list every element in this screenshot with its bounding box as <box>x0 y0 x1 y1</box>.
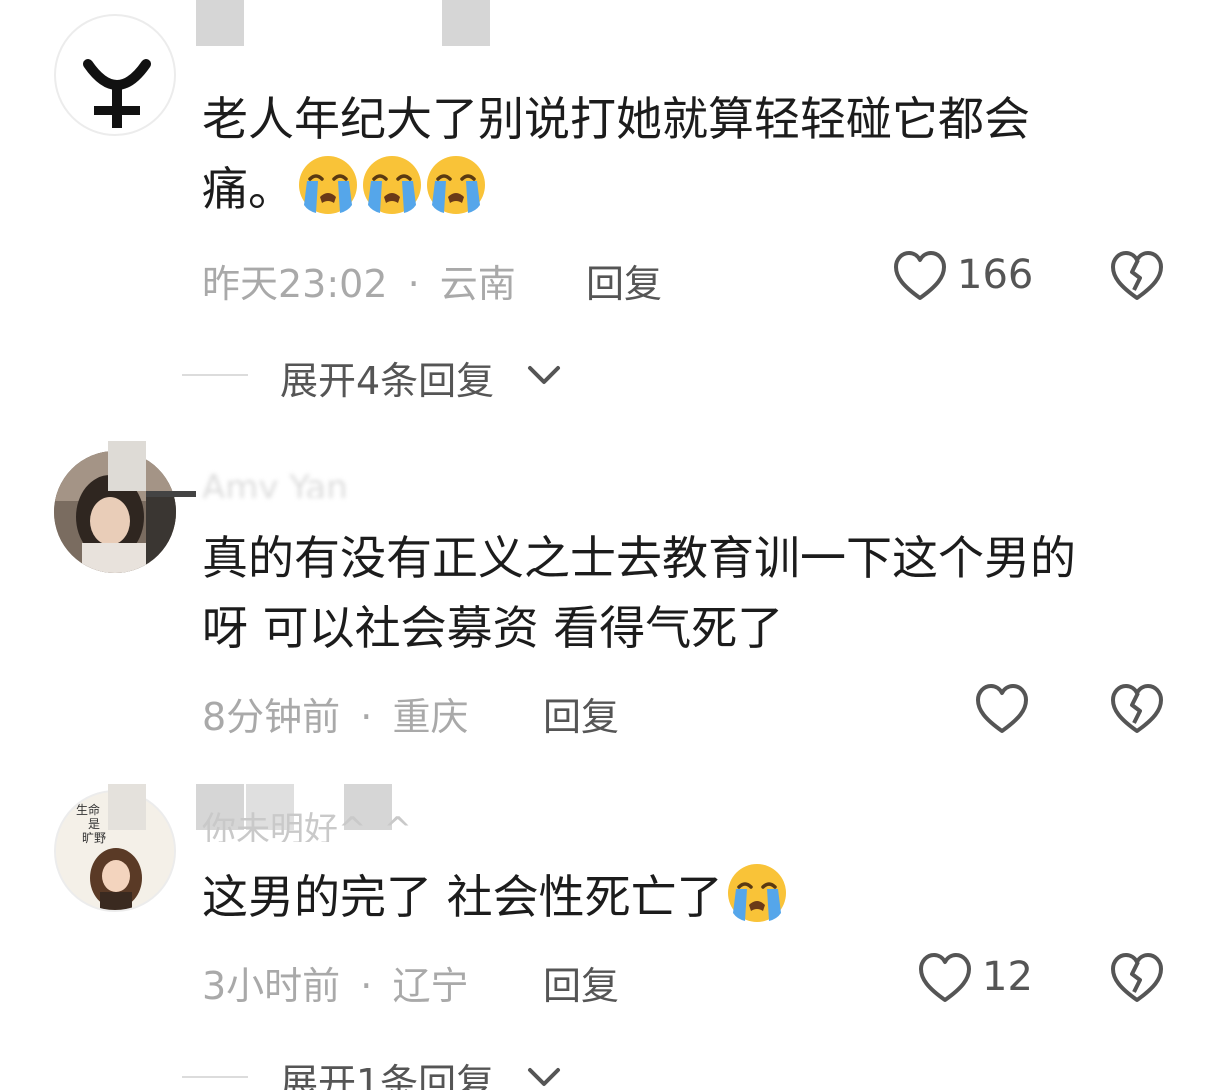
meta-separator: · <box>360 964 373 1008</box>
redacted-username-block <box>196 0 244 46</box>
comment-text-line: 老人年纪大了别说打她就算轻轻碰它都会 <box>202 92 1030 146</box>
broken-heart-icon[interactable] <box>1110 952 1164 1004</box>
comment-text-line: 这男的完了 社会性死亡了 <box>202 862 787 942</box>
broken-heart-icon[interactable] <box>1110 683 1164 735</box>
like-count: 166 <box>957 252 1034 298</box>
redacted-username-block <box>108 784 146 830</box>
meta-separator: · <box>360 695 373 739</box>
comment-meta: 3小时前 · 辽宁 <box>202 955 468 1010</box>
comment-meta: 8分钟前 · 重庆 <box>202 686 468 741</box>
comment-text: 真的有没有正义之士去教育训一下这个男的 呀 可以社会募资 看得气死了 <box>202 523 1076 663</box>
comment-text-line: 痛。 <box>202 154 1030 234</box>
reply-button[interactable]: 回复 <box>543 686 619 741</box>
comment-list: 老人年纪大了别说打她就算轻轻碰它都会 痛。 昨天23:02 · 云南 回复 16… <box>0 0 1228 1090</box>
svg-text:生命: 生命 <box>76 802 100 817</box>
loudly-crying-face-icon <box>727 863 787 942</box>
svg-text:是: 是 <box>88 817 100 831</box>
heart-outline-icon <box>976 684 1028 733</box>
divider <box>182 374 248 376</box>
female-symbol-icon <box>83 59 151 128</box>
divider <box>182 1076 248 1078</box>
comment-time: 昨天23:02 <box>202 262 388 306</box>
comment-text-line: 呀 可以社会募资 看得气死了 <box>202 601 784 655</box>
reply-button[interactable]: 回复 <box>543 955 619 1010</box>
comment-text: 这男的完了 社会性死亡了 <box>202 862 787 942</box>
comment-location: 云南 <box>439 262 516 306</box>
comment-text: 老人年纪大了别说打她就算轻轻碰它都会 痛。 <box>202 84 1030 234</box>
loudly-crying-face-icon <box>362 155 422 234</box>
like-button[interactable]: 12 <box>918 952 1038 1008</box>
loudly-crying-face-icon <box>298 155 358 234</box>
comment-location: 辽宁 <box>392 964 469 1008</box>
redacted-username-block <box>108 441 146 491</box>
heart-outline-icon <box>894 251 946 300</box>
comment-location: 重庆 <box>392 695 469 739</box>
comment-time: 3小时前 <box>202 964 341 1008</box>
like-button[interactable] <box>975 683 1035 739</box>
expand-replies-label: 展开4条回复 <box>280 359 495 403</box>
comment-time: 8分钟前 <box>202 695 341 739</box>
expand-replies-button[interactable]: 展开1条回复 <box>182 1052 602 1090</box>
broken-heart-icon[interactable] <box>1110 250 1164 302</box>
expand-replies-button[interactable]: 展开4条回复 <box>182 350 602 403</box>
redacted-username-block <box>146 491 196 497</box>
expand-replies-label: 展开1条回复 <box>280 1061 495 1090</box>
chevron-down-icon <box>528 366 560 384</box>
username: 你未明好^_^ <box>202 810 412 842</box>
svg-text:旷野: 旷野 <box>82 831 106 845</box>
redacted-username-block <box>442 0 490 46</box>
like-count: 12 <box>982 954 1033 1000</box>
like-button[interactable]: 166 <box>893 250 1043 306</box>
meta-separator: · <box>407 262 420 306</box>
comment-text-line: 真的有没有正义之士去教育训一下这个男的 <box>202 531 1076 585</box>
reply-button[interactable]: 回复 <box>586 253 662 308</box>
chevron-down-icon <box>528 1068 560 1086</box>
loudly-crying-face-icon <box>426 155 486 234</box>
username-blurred: Amy Yan <box>202 468 348 498</box>
comment-meta: 昨天23:02 · 云南 <box>202 253 516 308</box>
heart-outline-icon <box>919 953 971 1002</box>
avatar[interactable] <box>54 14 176 136</box>
